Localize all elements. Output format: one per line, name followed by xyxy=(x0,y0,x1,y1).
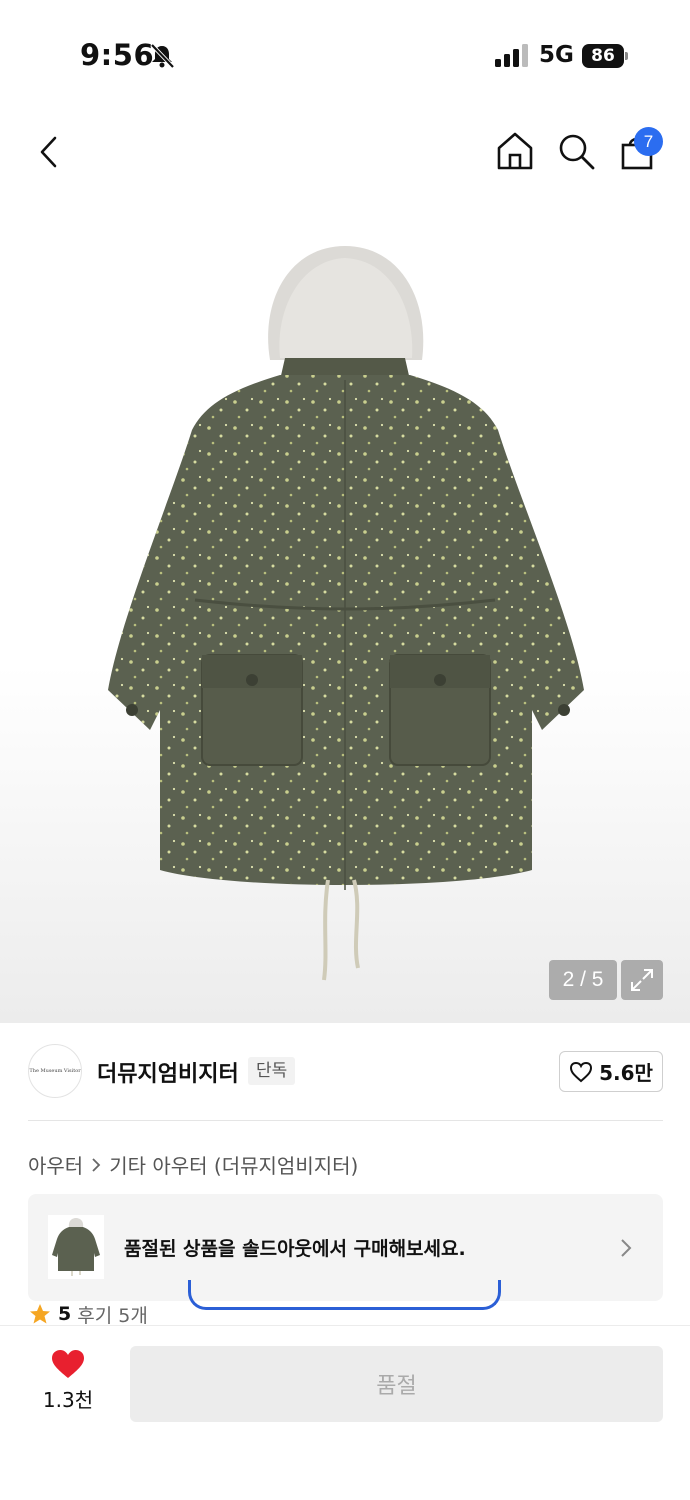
breadcrumb-subcategory[interactable]: 기타 아우터 (더뮤지엄비지터) xyxy=(109,1150,358,1179)
expand-icon xyxy=(631,969,653,991)
brand-name[interactable]: 더뮤지엄비지터 xyxy=(97,1056,239,1088)
status-bar: 9:56 5G 86 xyxy=(0,0,690,110)
brand-logo[interactable]: The Museum Visitor xyxy=(28,1044,82,1098)
chevron-right-icon xyxy=(92,1157,101,1172)
back-button[interactable] xyxy=(27,130,71,174)
image-counter: 2 / 5 xyxy=(549,960,617,1000)
search-icon xyxy=(559,134,595,170)
rating-score: 5 xyxy=(58,1303,72,1325)
home-button[interactable] xyxy=(493,129,537,173)
heart-outline-icon xyxy=(570,1061,593,1082)
search-button[interactable] xyxy=(554,129,598,173)
breadcrumb-category[interactable]: 아우터 xyxy=(28,1150,83,1179)
expand-image-button[interactable] xyxy=(621,960,663,1000)
exclusive-badge: 단독 xyxy=(248,1057,296,1085)
soldout-banner-text: 품절된 상품을 솔드아웃에서 구매해보세요. xyxy=(124,1238,466,1260)
chevron-right-icon xyxy=(621,1239,632,1257)
banner-thumbnail xyxy=(48,1215,104,1279)
heart-filled-icon xyxy=(52,1350,84,1378)
battery-nub xyxy=(625,52,628,60)
battery-level: 86 xyxy=(582,44,624,68)
rating-summary[interactable]: 5 후기 5개 xyxy=(28,1302,148,1326)
brand-like-count: 5.6만 xyxy=(599,1061,653,1085)
network-type: 5G xyxy=(539,42,574,68)
cart-count-badge: 7 xyxy=(634,127,663,156)
status-time: 9:56 xyxy=(80,38,155,72)
brand-like-button[interactable]: 5.6만 xyxy=(559,1051,663,1092)
product-page: 2 / 5 9:56 5G 86 7 The Museum Visitor 더뮤… xyxy=(0,0,690,1500)
star-icon xyxy=(30,1304,50,1324)
review-count: 후기 5개 xyxy=(77,1304,148,1327)
cellular-signal-icon xyxy=(495,44,528,67)
bottom-action-bar: 1.3천 품절 xyxy=(0,1325,690,1500)
divider xyxy=(28,1120,663,1121)
battery-indicator: 86 xyxy=(582,44,629,68)
home-icon xyxy=(497,132,533,170)
wishlist-button[interactable]: 1.3천 xyxy=(28,1348,108,1418)
product-image xyxy=(108,246,584,981)
wishlist-count: 1.3천 xyxy=(42,1388,94,1412)
brand-logo-text: The Museum Visitor xyxy=(29,1068,81,1074)
floating-button-edge xyxy=(188,1280,501,1310)
chevron-left-icon xyxy=(40,136,57,168)
breadcrumb: 아우터 기타 아우터 (더뮤지엄비지터) xyxy=(28,1150,358,1179)
soldout-purchase-button[interactable]: 품절 xyxy=(130,1346,663,1422)
coat-thumbnail-image xyxy=(52,1218,100,1276)
silent-bell-icon xyxy=(150,43,175,69)
